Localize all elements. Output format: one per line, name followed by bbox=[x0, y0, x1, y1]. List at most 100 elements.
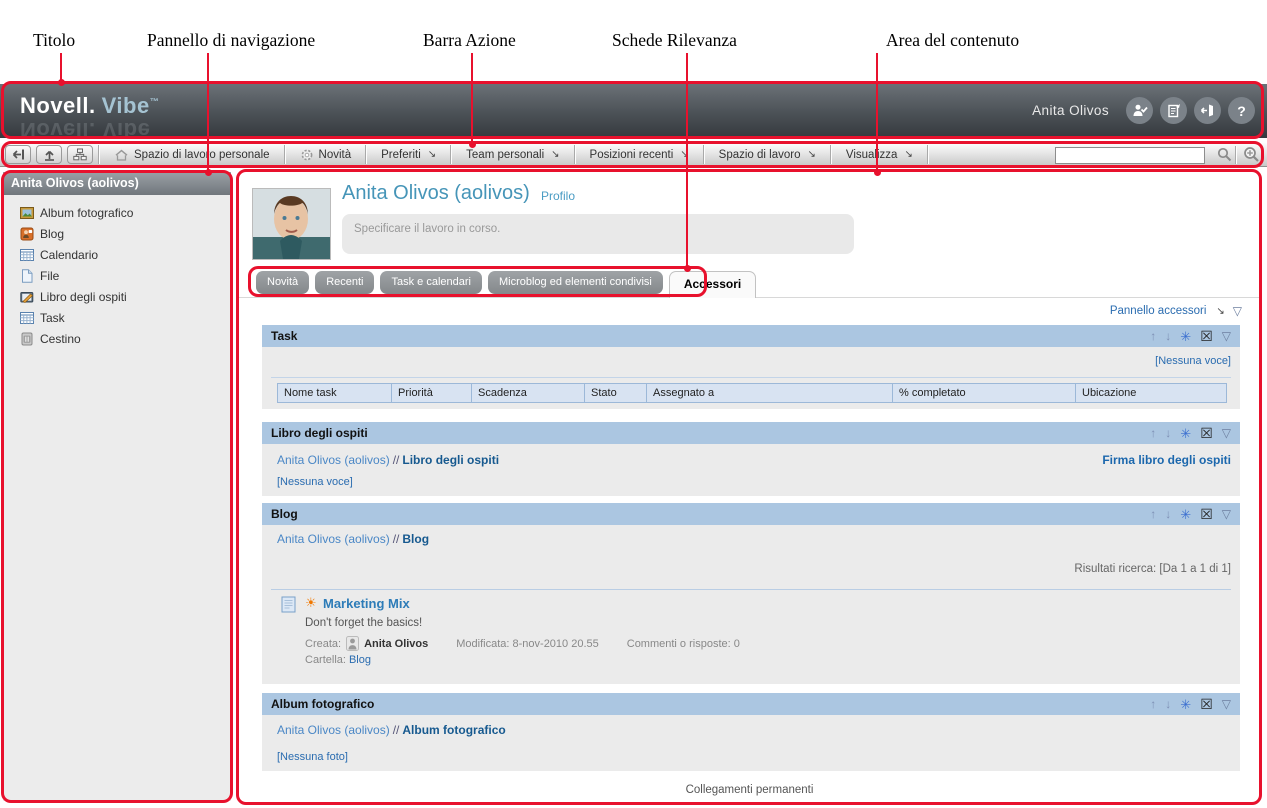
collapse-chevron-icon[interactable]: ▽ bbox=[1222, 330, 1231, 342]
breadcrumb: Anita Olivos (aolivos)//Libro degli ospi… bbox=[277, 453, 499, 467]
view-menu[interactable]: Visualizza ↘ bbox=[837, 143, 922, 167]
task-table-header: Nome task Priorità Scadenza Stato Assegn… bbox=[277, 383, 1227, 403]
sidebar-item-blog[interactable]: Blog bbox=[3, 224, 231, 245]
column-header: % completato bbox=[892, 383, 1076, 403]
tab-recenti[interactable]: Recenti bbox=[315, 271, 375, 294]
settings-gear-icon[interactable]: ✳ bbox=[1180, 508, 1191, 521]
workspace-menu[interactable]: Spazio di lavoro ↘ bbox=[710, 143, 825, 167]
tab-task-e-calendari[interactable]: Task e calendari bbox=[380, 271, 482, 294]
breadcrumb-separator: // bbox=[392, 723, 400, 737]
move-up-icon[interactable]: ↑ bbox=[1150, 508, 1156, 520]
hierarchy-tree-icon bbox=[73, 148, 87, 161]
chevron-down-icon[interactable]: ▽ bbox=[1233, 305, 1242, 317]
workspace-tree-button[interactable] bbox=[67, 145, 93, 164]
recent-places-menu[interactable]: Posizioni recenti ↘ bbox=[581, 143, 698, 167]
column-header: Assegnato a bbox=[646, 383, 893, 403]
move-up-icon[interactable]: ↑ bbox=[1150, 330, 1156, 342]
avatar-photo bbox=[253, 189, 330, 259]
no-entries-link[interactable]: [Nessuna voce] bbox=[277, 476, 353, 488]
personal-workspace-button[interactable]: Spazio di lavoro personale bbox=[105, 143, 279, 167]
sidebar-item-label: Libro degli ospiti bbox=[40, 290, 127, 304]
search-plus-icon bbox=[1244, 147, 1259, 162]
breadcrumb-user-link[interactable]: Anita Olivos (aolivos) bbox=[277, 532, 390, 546]
close-icon[interactable]: ☒ bbox=[1200, 697, 1213, 711]
toolbar-separator bbox=[1235, 146, 1237, 164]
collapse-chevron-icon[interactable]: ▽ bbox=[1222, 698, 1231, 710]
close-icon[interactable]: ☒ bbox=[1200, 329, 1213, 343]
move-down-icon[interactable]: ↓ bbox=[1165, 427, 1171, 439]
status-input[interactable]: Specificare il lavoro in corso. bbox=[342, 214, 854, 254]
collapse-chevron-icon[interactable]: ▽ bbox=[1222, 508, 1231, 520]
relevance-tabs: Novità Recenti Task e calendari Microblo… bbox=[256, 271, 757, 298]
annotation-area-contenuto: Area del contenuto bbox=[886, 30, 1020, 50]
no-photos-link[interactable]: [Nessuna foto] bbox=[277, 751, 348, 763]
home-icon bbox=[115, 149, 128, 161]
whats-new-label: Novità bbox=[318, 148, 352, 161]
search-button[interactable] bbox=[1216, 146, 1233, 166]
sidebar-item-label: Album fotografico bbox=[40, 206, 134, 220]
sidebar-item-libro-degli-ospiti[interactable]: Libro degli ospiti bbox=[3, 287, 231, 308]
sidebar-item-album-fotografico[interactable]: Album fotografico bbox=[3, 203, 231, 224]
logo-novell: Novell. bbox=[20, 93, 96, 118]
toolbar-separator bbox=[702, 145, 705, 164]
blog-entry-body: Don't forget the basics! bbox=[305, 617, 423, 629]
accessory-panel-link[interactable]: Pannello accessori bbox=[1110, 305, 1207, 317]
sidebar-item-calendario[interactable]: Calendario bbox=[3, 245, 231, 266]
search-input[interactable] bbox=[1055, 147, 1205, 164]
annotation-titolo: Titolo bbox=[33, 30, 76, 50]
sign-out-door-icon bbox=[1200, 104, 1213, 117]
up-level-button[interactable] bbox=[36, 145, 62, 164]
close-icon[interactable]: ☒ bbox=[1200, 426, 1213, 440]
favorites-menu[interactable]: Preferiti ↘ bbox=[372, 143, 445, 167]
annotation-line bbox=[686, 53, 688, 268]
move-up-icon[interactable]: ↑ bbox=[1150, 427, 1156, 439]
blog-entry-title-link[interactable]: Marketing Mix bbox=[323, 596, 410, 611]
breadcrumb-separator: // bbox=[392, 532, 400, 546]
close-icon[interactable]: ☒ bbox=[1200, 507, 1213, 521]
move-down-icon[interactable]: ↓ bbox=[1165, 330, 1171, 342]
blog-icon bbox=[20, 227, 34, 241]
breadcrumb-page-link[interactable]: Album fotografico bbox=[402, 723, 505, 737]
sidebar-item-task[interactable]: Task bbox=[3, 308, 231, 329]
task-panel-title: Task bbox=[271, 329, 298, 343]
move-up-icon[interactable]: ↑ bbox=[1150, 698, 1156, 710]
sidebar-item-file[interactable]: File bbox=[3, 266, 231, 287]
breadcrumb-user-link[interactable]: Anita Olivos (aolivos) bbox=[277, 453, 390, 467]
annotation-barra-azione: Barra Azione bbox=[423, 30, 516, 50]
divider bbox=[271, 377, 1231, 378]
move-down-icon[interactable]: ↓ bbox=[1165, 508, 1171, 520]
my-teams-label: Team personali bbox=[466, 148, 545, 161]
guestbook-panel: Libro degli ospiti ↑ ↓ ✳ ☒ ▽ Anita Olivo… bbox=[262, 422, 1240, 496]
advanced-search-button[interactable] bbox=[1242, 145, 1261, 167]
back-arrow-icon bbox=[12, 149, 24, 160]
navigation-panel-title: Anita Olivos (aolivos) bbox=[3, 172, 231, 195]
no-entries-link[interactable]: [Nessuna voce] bbox=[1155, 355, 1231, 367]
help-button[interactable]: ? bbox=[1228, 97, 1255, 124]
personal-preferences-button[interactable] bbox=[1160, 97, 1187, 124]
breadcrumb-user-link[interactable]: Anita Olivos (aolivos) bbox=[277, 723, 390, 737]
folder-link[interactable]: Blog bbox=[349, 654, 371, 666]
settings-gear-icon[interactable]: ✳ bbox=[1180, 330, 1191, 343]
favorites-label: Preferiti bbox=[381, 148, 421, 161]
tab-novita[interactable]: Novità bbox=[256, 271, 310, 294]
tab-accessori[interactable]: Accessori bbox=[668, 271, 757, 298]
settings-gear-icon[interactable]: ✳ bbox=[1180, 427, 1191, 440]
logout-button[interactable] bbox=[1194, 97, 1221, 124]
annotation-schede-rilevanza: Schede Rilevanza bbox=[612, 30, 737, 50]
annotation-dot bbox=[469, 141, 476, 148]
back-button[interactable] bbox=[5, 145, 31, 164]
profile-settings-button[interactable] bbox=[1126, 97, 1153, 124]
breadcrumb-page-link[interactable]: Blog bbox=[402, 532, 429, 546]
collapse-chevron-icon[interactable]: ▽ bbox=[1222, 427, 1231, 439]
settings-gear-icon[interactable]: ✳ bbox=[1180, 698, 1191, 711]
breadcrumb-page-link[interactable]: Libro degli ospiti bbox=[402, 453, 499, 467]
tab-microblog[interactable]: Microblog ed elementi condivisi bbox=[487, 271, 663, 294]
sign-guestbook-link[interactable]: Firma libro degli ospiti bbox=[1102, 453, 1231, 467]
logo-vibe: Vibe bbox=[101, 93, 150, 118]
sidebar-item-cestino[interactable]: Cestino bbox=[3, 329, 231, 350]
profile-link[interactable]: Profilo bbox=[541, 189, 575, 203]
sidebar-item-label: Calendario bbox=[40, 248, 99, 262]
permalinks-link[interactable]: Collegamenti permanenti bbox=[239, 784, 1260, 796]
move-down-icon[interactable]: ↓ bbox=[1165, 698, 1171, 710]
whats-new-button[interactable]: Novità bbox=[291, 143, 361, 167]
